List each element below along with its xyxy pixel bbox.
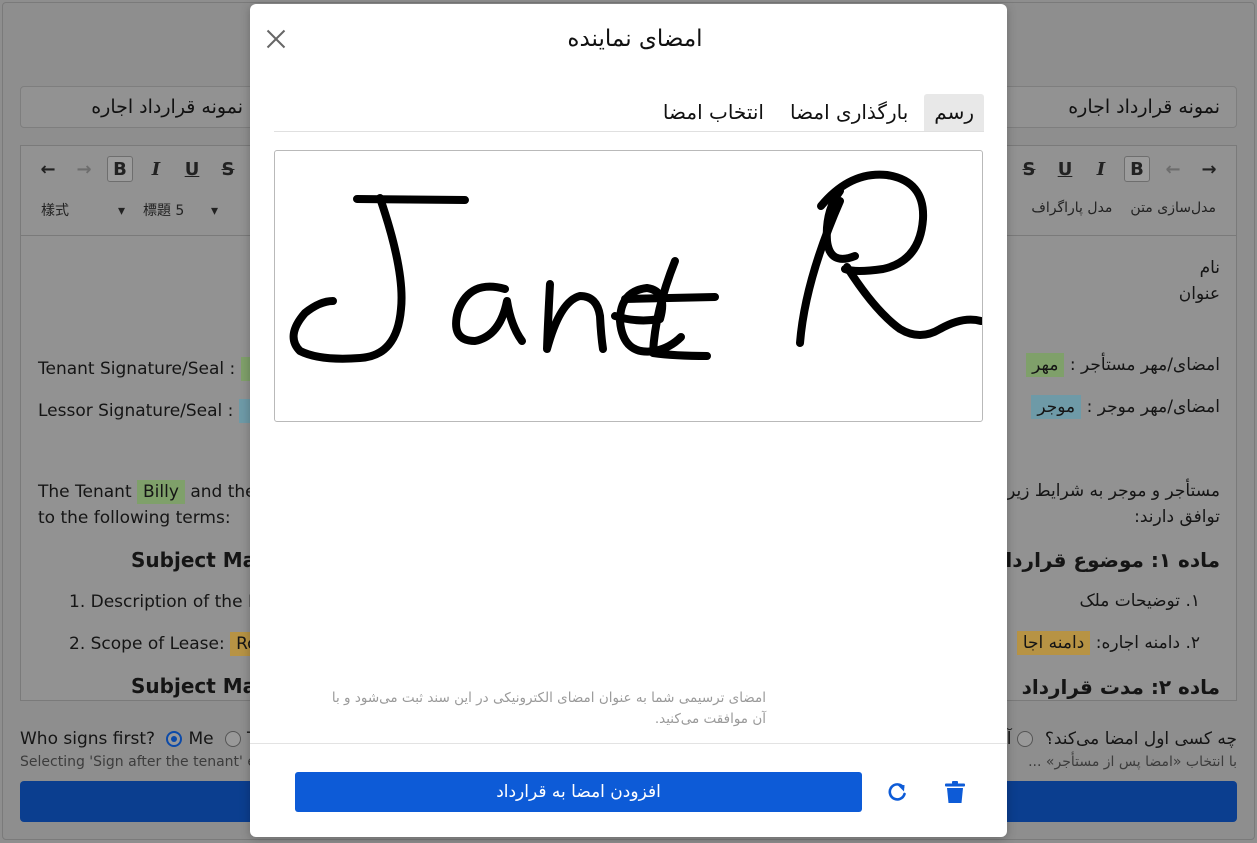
radio-other[interactable] xyxy=(225,731,241,747)
subject-matter-heading-2: Subject Mat xyxy=(131,674,266,698)
lessor-signature-field-fa[interactable]: موجر xyxy=(1031,395,1082,419)
agreement-line-1-en: The Tenant Billy and the Le xyxy=(38,480,281,504)
agreement-line-1-fa: مستأجر و موجر به شرایط زیر xyxy=(1007,481,1220,501)
lease-scope-field-fa[interactable]: دامنه اجا xyxy=(1016,631,1091,655)
lessor-signature-line-en: Lessor Signature/Seal : xyxy=(38,399,269,423)
tab-upload-signature[interactable]: بارگذاری امضا xyxy=(780,94,918,131)
footer-divider xyxy=(250,743,1007,744)
editor-right: S U I B ← → مدل‌سازی متن مدل پاراگراف xyxy=(1000,145,1237,701)
undo-icon[interactable]: ← xyxy=(35,156,61,182)
redo-icon[interactable] xyxy=(882,777,912,807)
article-1-heading: ماده ۱: موضوع قرارداد xyxy=(995,548,1220,572)
title-line: عنوان xyxy=(1178,284,1220,304)
item-1-fa: ۱. توضیحات ملک xyxy=(1079,591,1200,611)
tenant-signature-field-fa[interactable]: مهر xyxy=(1026,353,1065,377)
signing-order-right: چه کسی اول امضا می‌کند؟ آ xyxy=(1006,729,1237,749)
item-2-fa: ۲. دامنه اجاره: دامنه اجا xyxy=(1016,631,1200,655)
redo-icon[interactable]: → xyxy=(1196,156,1222,182)
radio-option-fa[interactable] xyxy=(1017,731,1034,747)
article-2-heading: ماده ۲: مدت قرارداد xyxy=(1021,675,1220,699)
editor-toolbar-left: ← → B I U S 樣式 ▾ 標題 5 ▾ xyxy=(21,146,259,236)
add-signature-button[interactable]: افزودن امضا به قرارداد xyxy=(295,772,862,812)
radio-me[interactable] xyxy=(166,731,183,747)
contract-title-input-left[interactable]: نمونه قرارداد اجاره xyxy=(20,86,260,128)
tenant-signature-line-fa: امضای/مهر مستأجر : مهر xyxy=(1026,353,1220,377)
bold-button[interactable]: B xyxy=(107,156,133,182)
paragraph-style-dropdown[interactable]: مدل پاراگراف xyxy=(1031,200,1112,216)
style-dropdown[interactable]: 樣式 ▾ xyxy=(41,200,125,220)
submit-button-right[interactable] xyxy=(1000,781,1237,822)
italic-button[interactable]: I xyxy=(143,156,169,182)
italic-button[interactable]: I xyxy=(1088,156,1114,182)
signature-canvas[interactable] xyxy=(274,150,983,422)
tab-draw[interactable]: رسم xyxy=(924,94,984,131)
item-1-en: 1. Description of the Pre xyxy=(69,592,275,612)
signature-modal: امضای نماینده رسم بارگذاری امضا انتخاب ا… xyxy=(250,4,1007,837)
tenant-signature-line-en: Tenant Signature/Seal : xyxy=(38,357,267,381)
submit-button-left[interactable] xyxy=(20,781,260,822)
signing-hint-left: Selecting 'Sign after the tenant' en xyxy=(20,754,265,770)
signature-disclaimer: امضای ترسیمی شما به عنوان امضای الکترونی… xyxy=(331,690,766,727)
trash-icon[interactable] xyxy=(940,777,970,807)
tab-select-signature[interactable]: انتخاب امضا xyxy=(653,94,774,131)
text-style-dropdown[interactable]: مدل‌سازی متن xyxy=(1130,200,1216,216)
agreement-line-2-en: to the following terms: xyxy=(38,508,231,528)
agreement-line-2-fa: توافق دارند: xyxy=(1134,507,1220,527)
close-icon[interactable] xyxy=(263,26,289,52)
editor-left: ← → B I U S 樣式 ▾ 標題 5 ▾ xyxy=(20,145,260,701)
signature-drawing xyxy=(289,170,982,363)
signing-hint-right: با انتخاب «امضا پس از مستأجر» ... xyxy=(1028,754,1237,770)
signing-order-left: Who signs first? Me Th xyxy=(20,729,268,749)
editor-toolbar-right: S U I B ← → مدل‌سازی متن مدل پاراگراف xyxy=(1001,146,1236,236)
modal-title: امضای نماینده xyxy=(567,26,703,52)
subject-matter-heading-1: Subject Mat xyxy=(131,548,266,572)
strikethrough-button[interactable]: S xyxy=(215,156,241,182)
bold-button[interactable]: B xyxy=(1124,156,1150,182)
signature-tabs: رسم بارگذاری امضا انتخاب امضا xyxy=(274,94,984,132)
underline-button[interactable]: U xyxy=(1052,156,1078,182)
name-line: نام xyxy=(1199,258,1220,278)
strikethrough-button[interactable]: S xyxy=(1016,156,1042,182)
undo-icon[interactable]: ← xyxy=(1160,156,1186,182)
tenant-name-field[interactable]: Billy xyxy=(137,480,185,504)
underline-button[interactable]: U xyxy=(179,156,205,182)
redo-icon[interactable]: → xyxy=(71,156,97,182)
contract-title-input-right[interactable]: نمونه قرارداد اجاره xyxy=(1000,86,1237,128)
heading-dropdown[interactable]: 標題 5 ▾ xyxy=(143,200,218,220)
lessor-signature-line-fa: امضای/مهر موجر : موجر xyxy=(1031,395,1220,419)
